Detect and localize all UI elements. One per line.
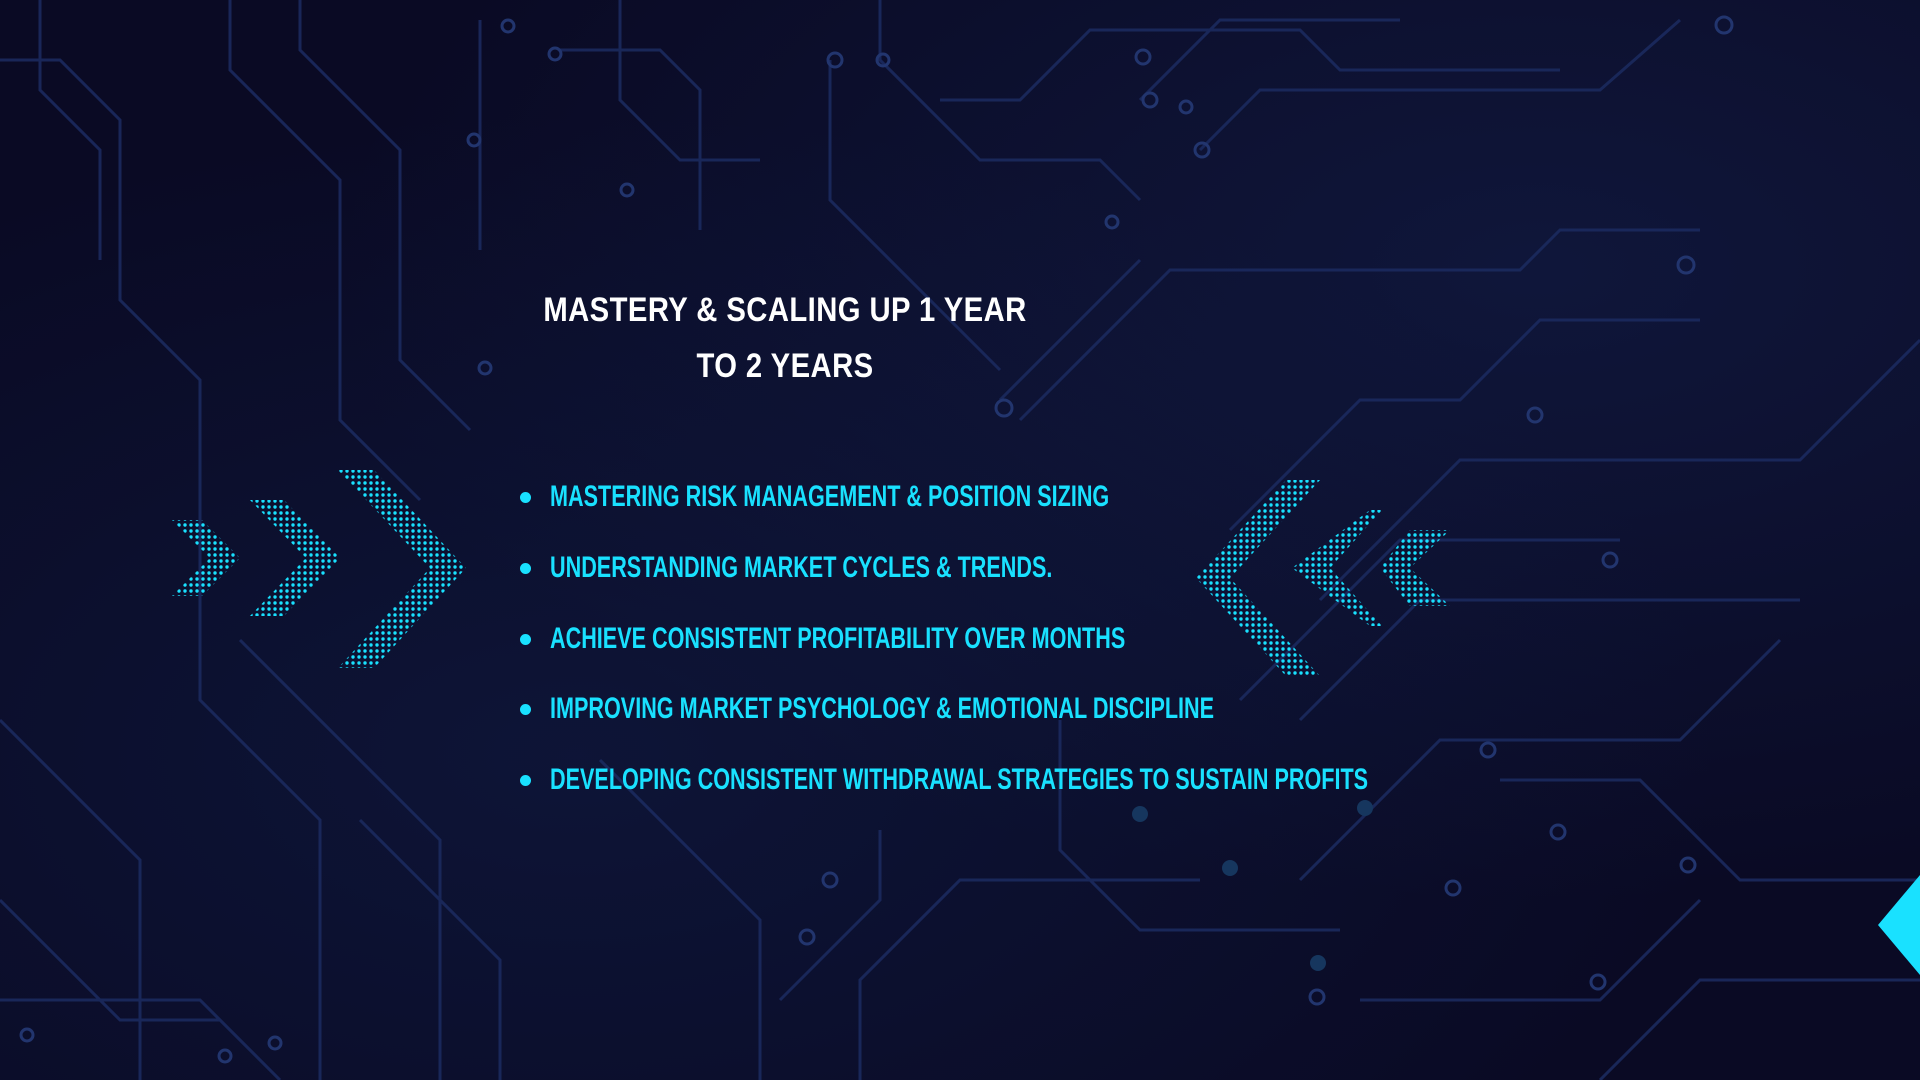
- bullet-text: ACHIEVE CONSISTENT PROFITABILITY OVER MO…: [550, 621, 1126, 655]
- bullet-list: MASTERING RISK MANAGEMENT & POSITION SIZ…: [518, 462, 1686, 815]
- list-item: DEVELOPING CONSISTENT WITHDRAWAL STRATEG…: [518, 745, 1686, 816]
- bullet-dot-icon: [520, 704, 531, 716]
- bullet-dot-icon: [520, 563, 531, 575]
- list-item: UNDERSTANDING MARKET CYCLES & TRENDS.: [518, 533, 1686, 604]
- bullet-text: DEVELOPING CONSISTENT WITHDRAWAL STRATEG…: [550, 763, 1369, 797]
- list-item: IMPROVING MARKET PSYCHOLOGY & EMOTIONAL …: [518, 674, 1686, 745]
- slide-title: MASTERY & SCALING UP 1 YEAR TO 2 YEARS: [543, 291, 1027, 385]
- list-item: MASTERING RISK MANAGEMENT & POSITION SIZ…: [518, 462, 1686, 533]
- bullet-dot-icon: [520, 492, 531, 504]
- list-item: ACHIEVE CONSISTENT PROFITABILITY OVER MO…: [518, 603, 1686, 674]
- bullet-dot-icon: [520, 775, 531, 787]
- bullet-text: MASTERING RISK MANAGEMENT & POSITION SIZ…: [550, 480, 1110, 514]
- dotted-chevrons-right-icon: [172, 470, 466, 668]
- bullet-text: UNDERSTANDING MARKET CYCLES & TRENDS.: [550, 551, 1053, 585]
- bullet-dot-icon: [520, 633, 531, 645]
- corner-triangle-icon: [1878, 875, 1920, 975]
- bullet-text: IMPROVING MARKET PSYCHOLOGY & EMOTIONAL …: [550, 692, 1215, 726]
